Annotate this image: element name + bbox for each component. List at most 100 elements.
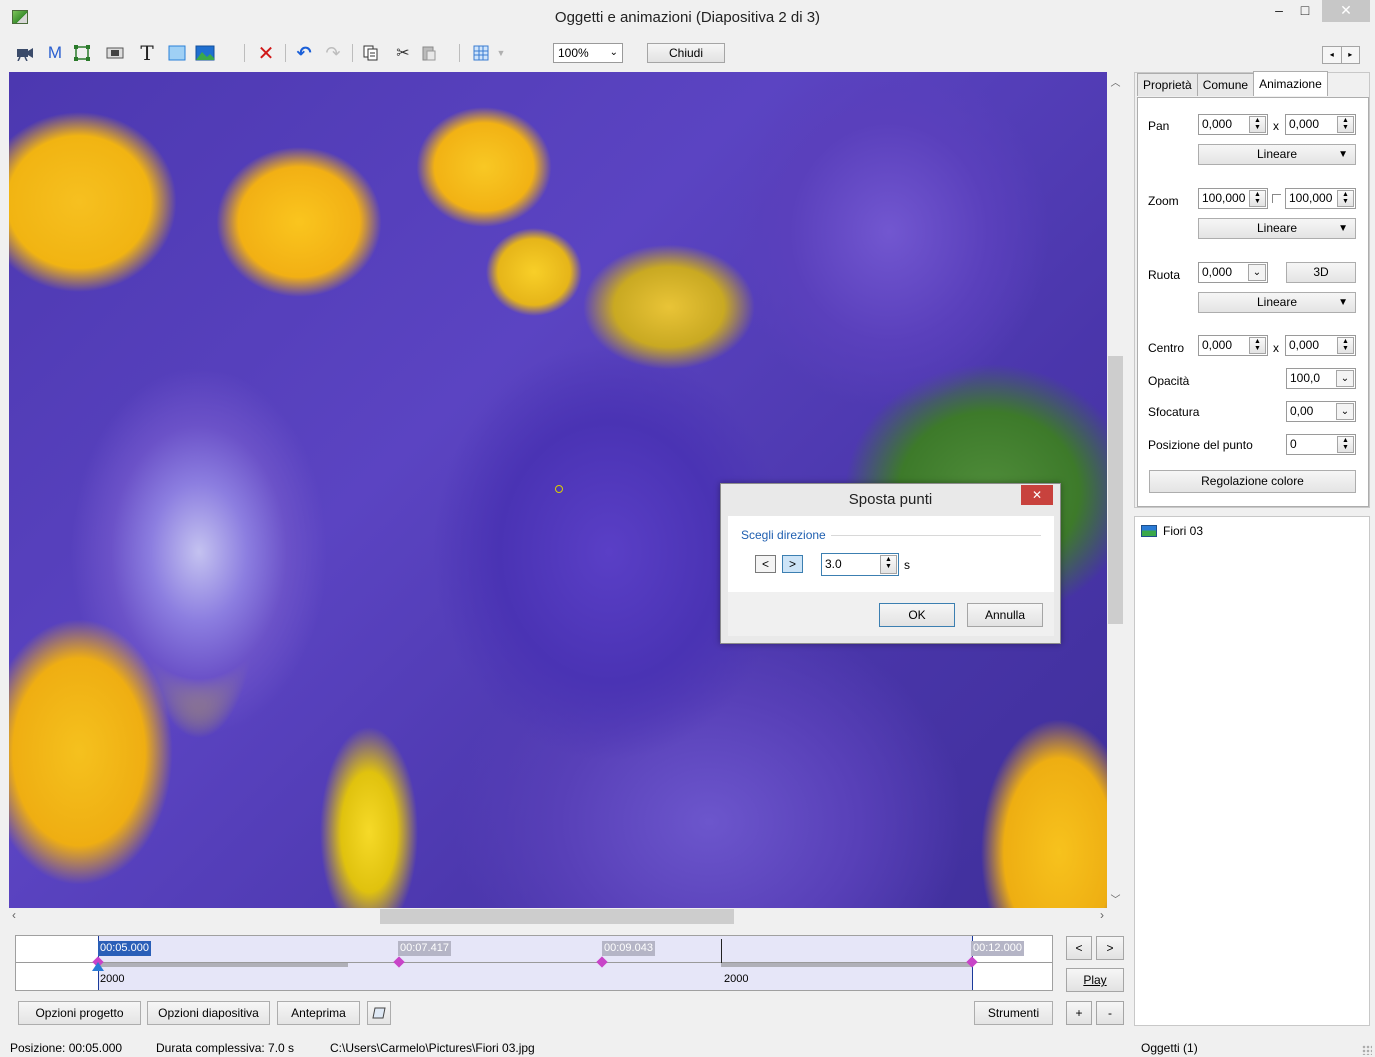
direction-right-button[interactable]: > <box>782 555 803 573</box>
chevron-down-icon[interactable]: ⌄ <box>1336 370 1354 387</box>
maximize-button[interactable]: □ <box>1292 0 1318 22</box>
preview-button[interactable]: Anteprima <box>277 1001 360 1025</box>
playhead-icon[interactable] <box>92 962 104 971</box>
panel-nav-arrows: ◂ ▸ <box>1322 46 1360 64</box>
paste-icon[interactable] <box>418 42 440 64</box>
fullscreen-preview-button[interactable] <box>367 1001 391 1025</box>
next-keyframe-button[interactable]: > <box>1096 936 1124 960</box>
spinner-icon[interactable]: ▲ ▼ <box>880 555 897 574</box>
scroll-right-icon[interactable]: › <box>1100 908 1104 922</box>
pan-x-input[interactable]: 0,000 ▲ ▼ <box>1198 114 1268 135</box>
spinner-icon[interactable]: ▲ ▼ <box>1337 116 1354 133</box>
zoom-link-checkbox[interactable] <box>1272 194 1281 203</box>
image-icon <box>1141 525 1157 537</box>
rectangle-icon[interactable] <box>166 42 188 64</box>
title-bar: Oggetti e animazioni (Diapositiva 2 di 3… <box>0 0 1375 38</box>
direction-left-button[interactable]: < <box>755 555 776 573</box>
ok-button[interactable]: OK <box>879 603 955 627</box>
close-window-button[interactable]: ✕ <box>1322 0 1370 22</box>
zoom-value: 100% <box>558 46 589 60</box>
remove-keyframe-button[interactable]: - <box>1096 1001 1124 1025</box>
timeline-cursor[interactable] <box>721 939 722 963</box>
tab-common[interactable]: Comune <box>1196 73 1255 96</box>
scroll-up-icon[interactable]: ︿ <box>1107 74 1124 89</box>
zoom-y-input[interactable]: 100,000 ▲ ▼ <box>1285 188 1356 209</box>
prev-keyframe-button[interactable]: < <box>1066 936 1092 960</box>
chevron-down-icon: ⌄ <box>609 47 618 58</box>
blur-input[interactable]: 0,00 ⌄ <box>1286 401 1356 422</box>
button-icon[interactable] <box>104 42 126 64</box>
cut-icon[interactable]: ✂ <box>392 42 414 64</box>
cancel-button[interactable]: Annulla <box>967 603 1043 627</box>
dialog-title: Sposta punti <box>848 491 933 508</box>
nav-left-icon[interactable]: ◂ <box>1323 47 1341 63</box>
horizontal-scrollbar[interactable]: ‹ › <box>9 908 1107 925</box>
vertical-scrollbar[interactable]: ︿ ﹀ <box>1107 72 1124 908</box>
pan-label: Pan <box>1148 119 1170 133</box>
horizontal-scroll-thumb[interactable] <box>380 909 734 924</box>
project-options-button[interactable]: Opzioni progetto <box>18 1001 141 1025</box>
objects-count: Oggetti (1) <box>1141 1041 1198 1055</box>
camera-icon[interactable] <box>14 42 36 64</box>
spinner-icon[interactable]: ▲ ▼ <box>1337 190 1354 207</box>
redo-icon[interactable]: ↷ <box>322 42 344 64</box>
spinner-icon[interactable]: ▲ ▼ <box>1337 337 1354 354</box>
frame-icon[interactable] <box>71 42 93 64</box>
scroll-down-icon[interactable]: ﹀ <box>1107 891 1124 906</box>
opacity-input[interactable]: 100,0 ⌄ <box>1286 368 1356 389</box>
properties-tabs: Proprietà Comune Animazione <box>1137 71 1328 97</box>
spinner-icon[interactable]: ▲ ▼ <box>1249 337 1266 354</box>
rotate-3d-button[interactable]: 3D <box>1286 262 1356 283</box>
objects-list: Fiori 03 <box>1134 516 1370 1026</box>
caret-down-icon: ▼ <box>1338 297 1348 308</box>
keyframe-duration: 2000 <box>100 973 125 985</box>
pan-y-input[interactable]: 0,000 ▲ ▼ <box>1285 114 1356 135</box>
scroll-left-icon[interactable]: ‹ <box>12 908 16 922</box>
center-y-input[interactable]: 0,000 ▲ ▼ <box>1285 335 1356 356</box>
chevron-down-icon[interactable]: ⌄ <box>1248 264 1266 281</box>
undo-icon[interactable]: ↶ <box>293 42 315 64</box>
play-button[interactable]: Play <box>1066 968 1124 992</box>
tools-button[interactable]: Strumenti <box>974 1001 1053 1025</box>
timeline[interactable]: 00:05.000 00:07.417 00:09.043 00:12.000 … <box>15 935 1053 991</box>
keyframe-time[interactable]: 00:12.000 <box>971 941 1024 956</box>
list-item[interactable]: Fiori 03 <box>1141 524 1203 538</box>
zoom-x-input[interactable]: 100,000 ▲ ▼ <box>1198 188 1268 209</box>
mask-icon[interactable]: M <box>44 42 66 64</box>
text-icon[interactable]: T <box>136 41 158 65</box>
keyframe-time[interactable]: 00:09.043 <box>602 941 655 956</box>
close-editor-button[interactable]: Chiudi <box>647 43 725 63</box>
keyframe-time[interactable]: 00:07.417 <box>398 941 451 956</box>
blur-label: Sfocatura <box>1148 405 1200 419</box>
keyframe-time[interactable]: 00:05.000 <box>98 941 151 956</box>
pan-mode-select[interactable]: Lineare ▼ <box>1198 144 1356 165</box>
anchor-point[interactable] <box>555 485 563 493</box>
zoom-select[interactable]: 100% ⌄ <box>553 43 623 63</box>
dialog-close-button[interactable]: ✕ <box>1021 485 1053 505</box>
color-adjust-button[interactable]: Regolazione colore <box>1149 470 1356 493</box>
tab-properties[interactable]: Proprietà <box>1137 73 1198 96</box>
spinner-icon[interactable]: ▲ ▼ <box>1337 436 1354 453</box>
center-x-input[interactable]: 0,000 ▲ ▼ <box>1198 335 1268 356</box>
shift-amount-input[interactable]: 3.0 ▲ ▼ <box>821 553 899 576</box>
grid-dropdown-icon[interactable]: ▼ <box>494 42 508 64</box>
nav-right-icon[interactable]: ▸ <box>1340 47 1360 63</box>
slide-options-button[interactable]: Opzioni diapositiva <box>147 1001 270 1025</box>
spinner-icon[interactable]: ▲ ▼ <box>1249 190 1266 207</box>
timeline-progress <box>98 963 348 967</box>
image-icon[interactable] <box>194 42 216 64</box>
copy-icon[interactable] <box>360 42 382 64</box>
minimize-button[interactable]: – <box>1266 0 1292 22</box>
grid-icon[interactable] <box>470 42 492 64</box>
zoom-mode-select[interactable]: Lineare ▼ <box>1198 218 1356 239</box>
vertical-scroll-thumb[interactable] <box>1108 356 1123 624</box>
rotate-input[interactable]: 0,000 ⌄ <box>1198 262 1268 283</box>
chevron-down-icon[interactable]: ⌄ <box>1336 403 1354 420</box>
point-position-input[interactable]: 0 ▲ ▼ <box>1286 434 1356 455</box>
add-keyframe-button[interactable]: + <box>1066 1001 1092 1025</box>
spinner-icon[interactable]: ▲ ▼ <box>1249 116 1266 133</box>
resize-grip-icon[interactable] <box>1362 1045 1372 1055</box>
delete-icon[interactable]: ✕ <box>255 42 277 65</box>
rotate-mode-select[interactable]: Lineare ▼ <box>1198 292 1356 313</box>
tab-animation[interactable]: Animazione <box>1253 71 1328 96</box>
